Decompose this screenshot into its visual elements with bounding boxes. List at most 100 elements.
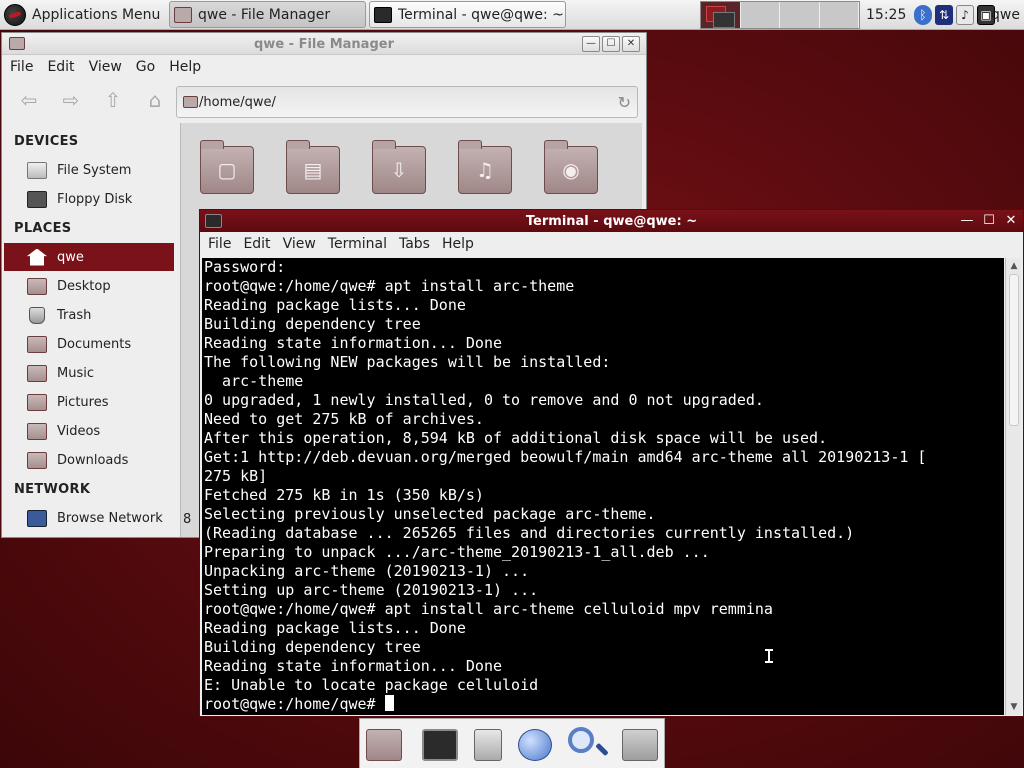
location-bar[interactable]: /home/qwe/ ↻ [176, 86, 638, 118]
menu-tabs[interactable]: Tabs [399, 236, 430, 252]
sidebar-item-desktop[interactable]: Desktop [4, 272, 174, 300]
sidebar-item-file-system[interactable]: File System [4, 156, 174, 184]
sidebar-item-pictures[interactable]: Pictures [4, 388, 174, 416]
sidebar-item-trash[interactable]: Trash [4, 301, 174, 329]
web-browser-icon[interactable] [518, 729, 552, 761]
folder-icon [27, 393, 47, 411]
menu-edit[interactable]: Edit [243, 236, 270, 252]
menu-file[interactable]: File [10, 59, 33, 75]
menu-file[interactable]: File [208, 236, 231, 252]
sidebar-item-label: Desktop [57, 278, 111, 294]
workspace-2[interactable] [740, 2, 780, 28]
close-button[interactable]: ✕ [1003, 213, 1019, 229]
terminal-icon [374, 6, 392, 23]
folder-desktop-icon[interactable]: ▢ [200, 140, 254, 194]
minimize-button[interactable]: — [582, 36, 600, 52]
terminal-titlebar[interactable]: Terminal - qwe@qwe: ~ — ☐ ✕ [200, 210, 1023, 232]
taskbar-file-manager[interactable]: qwe - File Manager [169, 1, 366, 28]
sidebar-item-label: qwe [57, 249, 84, 265]
terminal-window: Terminal - qwe@qwe: ~ — ☐ ✕ File Edit Vi… [199, 209, 1024, 717]
floppy-icon [27, 190, 47, 208]
taskbar-label: qwe - File Manager [198, 6, 331, 23]
sidebar-item-label: Music [57, 365, 94, 381]
sidebar-item-label: File System [57, 162, 132, 178]
folder-icon [27, 335, 47, 353]
folder-icon[interactable] [622, 729, 658, 761]
clock[interactable]: 15:25 [866, 7, 906, 23]
home-folder-icon[interactable] [366, 729, 402, 761]
back-arrow-icon[interactable]: ⇦ [18, 89, 40, 111]
terminal-line: Preparing to unpack .../arc-theme_201902… [204, 543, 710, 561]
sidebar-item-floppy-disk[interactable]: Floppy Disk [4, 185, 174, 213]
folder-music-icon[interactable]: ♫ [458, 140, 512, 194]
user-menu[interactable]: qwe [991, 7, 1020, 23]
terminal-line: Get:1 http://deb.devuan.org/merged beowu… [204, 448, 927, 466]
menu-help[interactable]: Help [442, 236, 474, 252]
sidebar-item-label: Browse Network [57, 510, 163, 526]
sidebar-item-label: Documents [57, 336, 132, 352]
sidebar-item-music[interactable]: Music [4, 359, 174, 387]
workspace-switcher[interactable] [700, 1, 860, 29]
sidebar-item-home[interactable]: qwe [4, 243, 174, 271]
menu-terminal[interactable]: Terminal [328, 236, 387, 252]
trash-icon [29, 306, 45, 324]
terminal-output[interactable]: Password: root@qwe:/home/qwe# apt instal… [202, 258, 1004, 715]
scrollbar-thumb[interactable] [1009, 274, 1019, 426]
folder-icon [27, 422, 47, 440]
menu-view[interactable]: View [89, 59, 122, 75]
sidebar-header-network: NETWORK [14, 482, 91, 497]
terminal-icon[interactable] [422, 729, 458, 761]
workspace-3[interactable] [780, 2, 820, 28]
bluetooth-icon[interactable]: ᛒ [914, 5, 932, 25]
maximize-button[interactable]: ☐ [602, 36, 620, 52]
maximize-button[interactable]: ☐ [981, 213, 997, 229]
workspace-4[interactable] [819, 2, 859, 28]
folder-pictures-icon[interactable]: ◉ [544, 140, 598, 194]
home-icon[interactable]: ⌂ [144, 89, 166, 111]
terminal-prompt: root@qwe:/home/qwe# [204, 695, 385, 713]
file-manager-titlebar[interactable]: qwe - File Manager — ☐ ✕ [2, 33, 646, 55]
terminal-prompt-line[interactable]: root@qwe:/home/qwe# [202, 695, 1004, 714]
window-title: qwe - File Manager [254, 37, 394, 52]
terminal-line: The following NEW packages will be insta… [204, 353, 611, 371]
search-icon[interactable] [568, 727, 594, 753]
file-cabinet-icon[interactable] [474, 729, 502, 761]
scroll-up-arrow-icon[interactable]: ▲ [1008, 261, 1020, 271]
sidebar-item-label: Trash [57, 307, 92, 323]
menu-help[interactable]: Help [169, 59, 201, 75]
scroll-down-arrow-icon[interactable]: ▼ [1008, 702, 1020, 712]
folder-icon [27, 277, 47, 295]
sidebar-item-documents[interactable]: Documents [4, 330, 174, 358]
terminal-line: Building dependency tree [204, 315, 421, 333]
sidebar-item-videos[interactable]: Videos [4, 417, 174, 445]
menu-view[interactable]: View [283, 236, 316, 252]
taskbar-label: Terminal - qwe@qwe: ~ [398, 6, 564, 23]
mouse-ibeam-cursor [765, 649, 773, 663]
network-icon [27, 509, 47, 527]
menu-edit[interactable]: Edit [47, 59, 74, 75]
terminal-menubar: File Edit View Terminal Tabs Help [200, 232, 1023, 256]
forward-arrow-icon[interactable]: ⇨ [60, 89, 82, 111]
sidebar-item-downloads[interactable]: Downloads [4, 446, 174, 474]
folder-icon [27, 364, 47, 382]
applications-menu-label: Applications Menu [32, 7, 161, 23]
refresh-icon[interactable]: ↻ [618, 93, 631, 112]
network-status-icon[interactable]: ⇅ [935, 5, 953, 25]
applications-menu-button[interactable]: Applications Menu [0, 0, 162, 30]
minimize-button[interactable]: — [959, 213, 975, 229]
folder-documents-icon[interactable]: ▤ [286, 140, 340, 194]
menu-go[interactable]: Go [136, 59, 155, 75]
up-arrow-icon[interactable]: ⇧ [102, 89, 124, 111]
workspace-1[interactable] [701, 2, 741, 28]
taskbar-terminal[interactable]: Terminal - qwe@qwe: ~ [369, 1, 566, 28]
sidebar-item-browse-network[interactable]: Browse Network [4, 504, 174, 532]
volume-icon[interactable]: ♪ [956, 5, 974, 25]
location-path[interactable]: /home/qwe/ [199, 95, 276, 110]
terminal-line: arc-theme [204, 372, 304, 390]
devuan-logo-icon [4, 4, 26, 26]
folder-downloads-icon[interactable]: ⇩ [372, 140, 426, 194]
terminal-line: Reading package lists... Done [204, 619, 466, 637]
terminal-line: root@qwe:/home/qwe# apt install arc-them… [204, 600, 773, 618]
terminal-scrollbar[interactable]: ▲ ▼ [1005, 258, 1021, 715]
close-button[interactable]: ✕ [622, 36, 640, 52]
